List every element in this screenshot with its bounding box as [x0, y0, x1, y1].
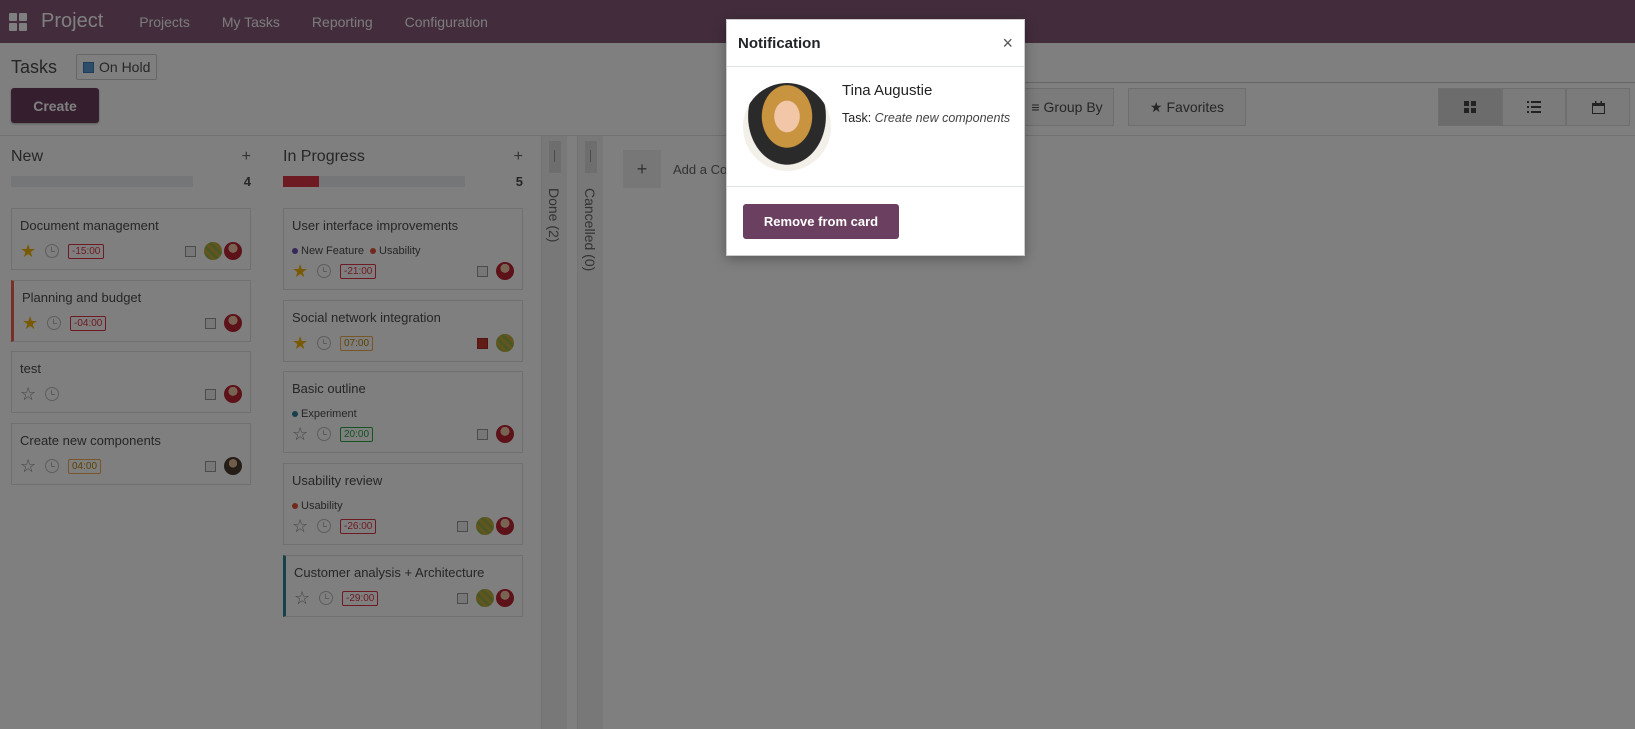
- remove-from-card-button[interactable]: Remove from card: [743, 204, 899, 239]
- dialog-body: Tina Augustie Task: Create new component…: [727, 67, 1024, 187]
- avatar: [743, 83, 831, 171]
- person-name: Tina Augustie: [842, 82, 933, 99]
- close-icon[interactable]: ×: [1002, 33, 1013, 54]
- dialog-header: Notification ×: [727, 20, 1024, 67]
- dialog-title: Notification: [738, 34, 821, 52]
- notification-dialog: Notification × Tina Augustie Task: Creat…: [726, 19, 1025, 256]
- task-value: Create new components: [874, 111, 1011, 125]
- task-label: Task:: [842, 111, 872, 125]
- person-task: Task: Create new components: [842, 108, 1012, 128]
